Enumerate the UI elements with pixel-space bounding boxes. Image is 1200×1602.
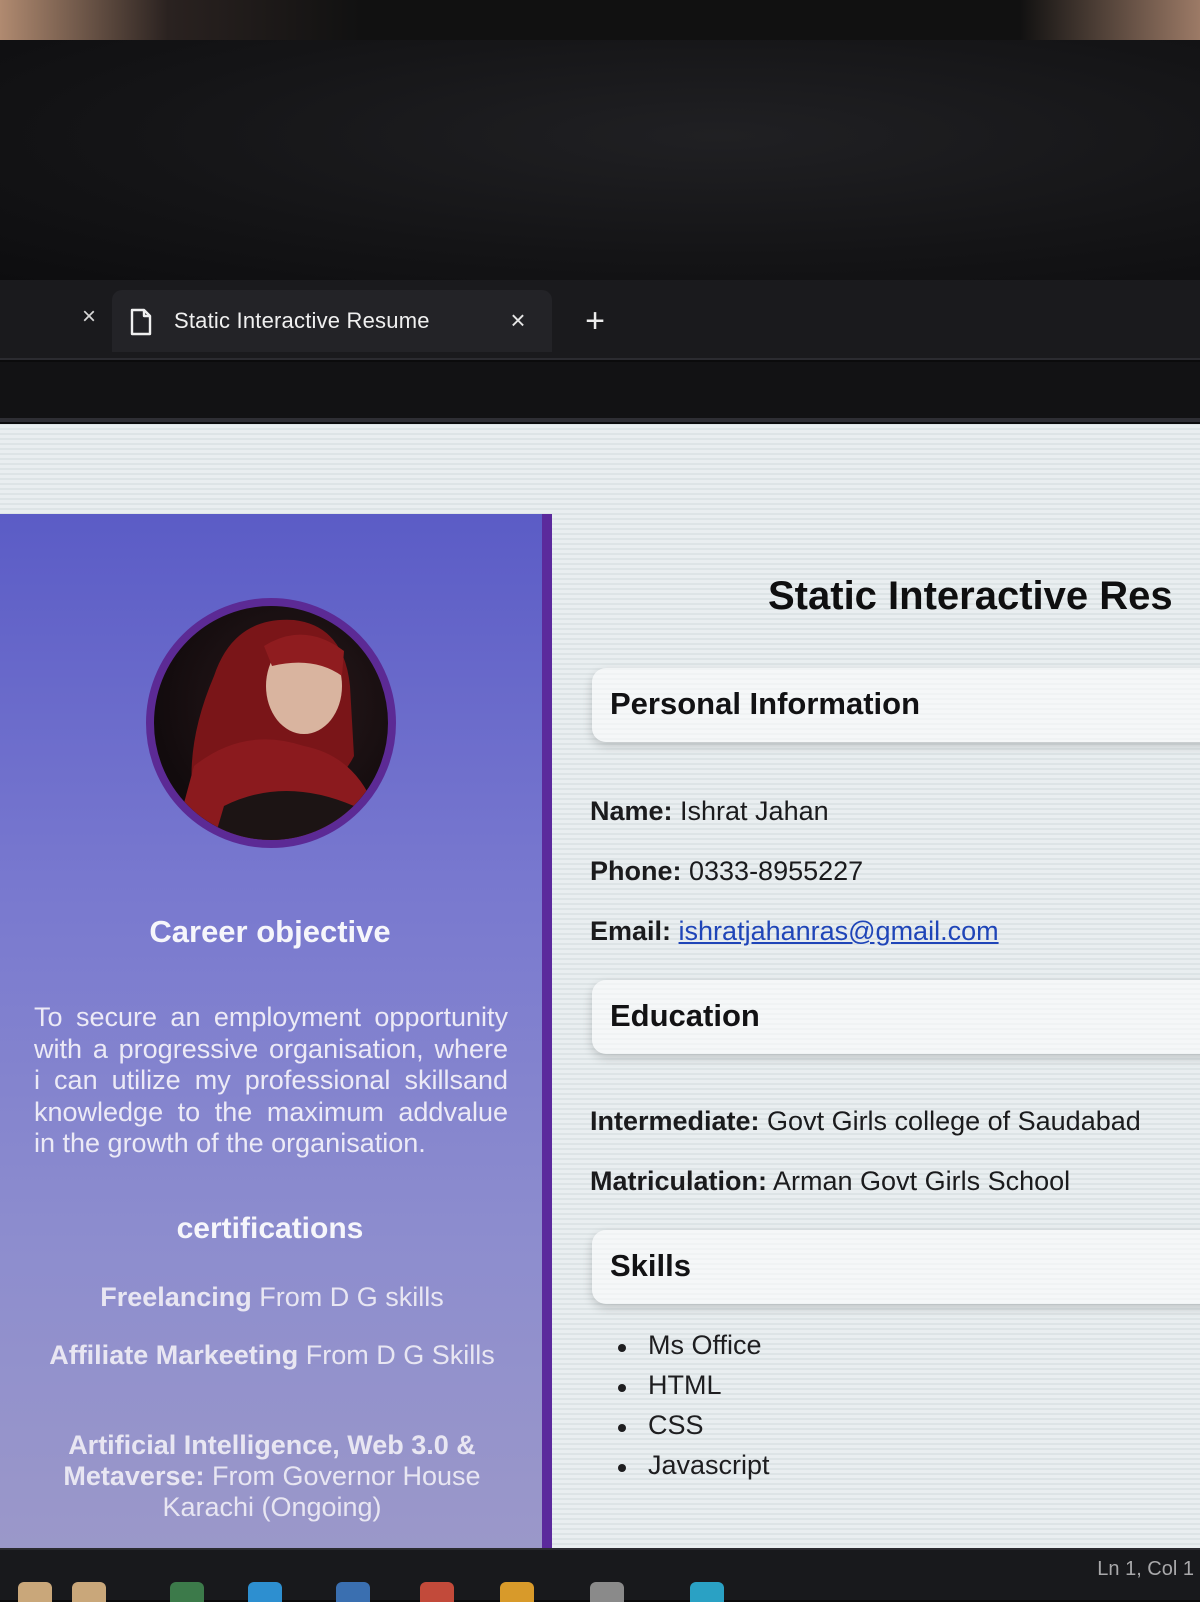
intermediate-field: Intermediate: Govt Girls college of Saud… xyxy=(590,1106,1141,1137)
skill-item: HTML xyxy=(618,1370,770,1410)
certification-item: Freelancing From D G skills xyxy=(30,1282,514,1313)
browser-toolbar xyxy=(0,362,1200,422)
resume-main: Static Interactive Res Personal Informat… xyxy=(562,514,1200,1548)
certification-detail: From D G Skills xyxy=(298,1340,495,1370)
matriculation-value: Arman Govt Girls School xyxy=(767,1166,1071,1196)
intermediate-value: Govt Girls college of Saudabad xyxy=(759,1106,1141,1136)
email-label: Email: xyxy=(590,916,672,946)
name-label: Name: xyxy=(590,796,673,826)
document-icon xyxy=(130,308,152,336)
certification-detail: From D G skills xyxy=(251,1282,444,1312)
certification-title: Affiliate Markeeting xyxy=(49,1340,299,1370)
certifications-heading: certifications xyxy=(176,1212,364,1245)
close-icon[interactable]: × xyxy=(504,306,532,334)
certification-detail: From Governor House Karachi (Ongoing) xyxy=(162,1461,481,1522)
editor-cursor-position: Ln 1, Col 1 xyxy=(1097,1558,1194,1580)
personal-information-section[interactable]: Personal Information xyxy=(592,668,1200,742)
career-objective-text: To secure an employment opportunity with… xyxy=(34,1002,508,1158)
page-title: Static Interactive Res xyxy=(768,574,1173,618)
email-link[interactable]: ishratjahanras@gmail.com xyxy=(679,916,999,946)
plus-icon[interactable]: + xyxy=(578,304,612,340)
taskbar-app-icon[interactable] xyxy=(590,1582,624,1602)
taskbar: Ln 1, Col 1 xyxy=(0,1548,1200,1602)
certification-item: Artificial Intelligence, Web 3.0 & Metav… xyxy=(30,1430,514,1523)
career-objective-heading: Career objective xyxy=(149,914,391,949)
taskbar-app-icon[interactable] xyxy=(72,1582,106,1602)
skills-heading: Skills xyxy=(610,1248,691,1283)
previous-tab-close-icon[interactable]: × xyxy=(76,304,102,330)
matriculation-field: Matriculation: Arman Govt Girls School xyxy=(590,1166,1070,1197)
page-viewport: Career objective To secure an employment… xyxy=(0,424,1200,1548)
matriculation-label: Matriculation: xyxy=(590,1166,768,1196)
profile-photo-illustration xyxy=(174,619,374,840)
taskbar-app-icon[interactable] xyxy=(690,1582,724,1602)
phone-field: Phone: 0333-8955227 xyxy=(590,856,863,887)
profile-photo xyxy=(146,598,396,848)
certification-item: Affiliate Markeeting From D G Skills xyxy=(30,1340,514,1371)
name-field: Name: Ishrat Jahan xyxy=(590,796,829,827)
skill-item: Javascript xyxy=(618,1450,770,1490)
taskbar-app-icon[interactable] xyxy=(18,1582,52,1602)
tab-static-interactive-resume[interactable]: Static Interactive Resume × xyxy=(112,290,552,352)
skill-item: Ms Office xyxy=(618,1330,770,1370)
taskbar-app-icon[interactable] xyxy=(500,1582,534,1602)
phone-value: 0333-8955227 xyxy=(681,856,864,886)
tab-title: Static Interactive Resume xyxy=(174,308,430,333)
intermediate-label: Intermediate: xyxy=(590,1106,760,1136)
skills-list: Ms Office HTML CSS Javascript xyxy=(618,1330,770,1490)
taskbar-app-icon[interactable] xyxy=(420,1582,454,1602)
skills-section[interactable]: Skills xyxy=(592,1230,1200,1304)
monitor-bezel-top xyxy=(0,0,1200,40)
name-value: Ishrat Jahan xyxy=(672,796,829,826)
education-heading: Education xyxy=(610,998,760,1033)
email-field: Email: ishratjahanras@gmail.com xyxy=(590,916,999,947)
monitor-dark-area xyxy=(0,40,1200,280)
taskbar-app-icon[interactable] xyxy=(248,1582,282,1602)
personal-information-heading: Personal Information xyxy=(610,686,921,721)
taskbar-app-icon[interactable] xyxy=(170,1582,204,1602)
skill-item: CSS xyxy=(618,1410,770,1450)
phone-label: Phone: xyxy=(590,856,682,886)
resume-sidebar: Career objective To secure an employment… xyxy=(0,514,552,1548)
certification-title: Freelancing xyxy=(100,1282,252,1312)
taskbar-app-icon[interactable] xyxy=(336,1582,370,1602)
education-section[interactable]: Education xyxy=(592,980,1200,1054)
